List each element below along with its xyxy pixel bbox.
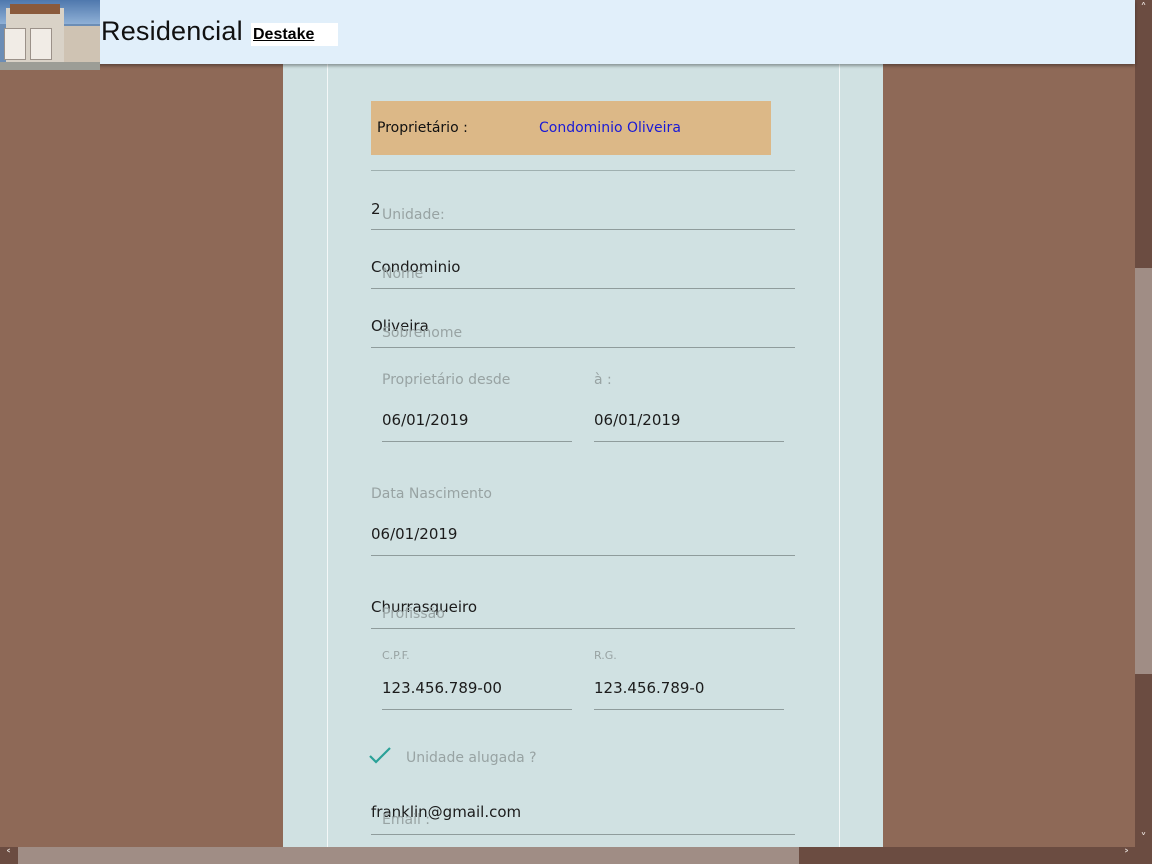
chevron-right-icon[interactable]: ˃ xyxy=(1118,847,1135,864)
scrollbar-corner xyxy=(1135,847,1152,864)
owner-banner: Proprietário : Condominio Oliveira xyxy=(371,101,771,155)
unidade-value: 2 xyxy=(371,200,381,218)
cpf-field[interactable]: C.P.F. 123.456.789-00 xyxy=(382,646,572,710)
rg-value: 123.456.789-0 xyxy=(594,679,705,697)
profissao-field[interactable]: Churrasqueiro Profissão xyxy=(371,592,795,629)
sobrenome-label: Sobrenome xyxy=(382,325,463,341)
owner-label: Proprietário : xyxy=(377,120,468,136)
cpf-value: 123.456.789-00 xyxy=(382,679,502,697)
unidade-alugada-label: Unidade alugada ? xyxy=(406,750,537,766)
proprietario-ate-field[interactable]: à : 06/01/2019 xyxy=(594,369,784,442)
data-nascimento-value: 06/01/2019 xyxy=(371,525,458,543)
chevron-down-icon[interactable]: ˅ xyxy=(1135,830,1152,847)
email-label: Email : xyxy=(382,812,431,828)
vertical-scroll-thumb[interactable] xyxy=(1135,268,1152,674)
divider xyxy=(371,170,795,171)
unidade-alugada-checkbox[interactable] xyxy=(369,747,391,765)
checkmark-icon xyxy=(369,747,391,764)
chevron-left-icon[interactable]: ˂ xyxy=(0,847,17,864)
building-logo-image xyxy=(0,0,100,70)
main-panel: Proprietário : Condominio Oliveira 2 Uni… xyxy=(283,64,883,864)
nome-label: Nome xyxy=(382,266,424,282)
data-nascimento-field[interactable]: Data Nascimento 06/01/2019 xyxy=(371,484,795,556)
proprietario-desde-value: 06/01/2019 xyxy=(382,411,469,429)
proprietario-desde-label: Proprietário desde xyxy=(382,372,511,388)
email-field[interactable]: franklin@gmail.com Email : xyxy=(371,797,795,835)
owner-name-link[interactable]: Condominio Oliveira xyxy=(539,120,681,136)
proprietario-desde-field[interactable]: Proprietário desde 06/01/2019 xyxy=(382,369,572,442)
rg-label: R.G. xyxy=(594,649,617,662)
app-header: Residencial Destake xyxy=(0,0,1135,70)
brand-link[interactable]: Destake xyxy=(253,26,314,44)
horizontal-scroll-thumb[interactable] xyxy=(18,847,799,864)
data-nascimento-label: Data Nascimento xyxy=(371,486,492,502)
rg-field[interactable]: R.G. 123.456.789-0 xyxy=(594,646,784,710)
chevron-up-icon[interactable]: ˄ xyxy=(1135,0,1152,17)
proprietario-ate-value: 06/01/2019 xyxy=(594,411,681,429)
unidade-label: Unidade: xyxy=(382,207,445,223)
sobrenome-field[interactable]: Oliveira Sobrenome xyxy=(371,311,795,348)
nome-field[interactable]: Condominio Nome xyxy=(371,252,795,289)
app-title: Residencial xyxy=(101,16,243,46)
unidade-field[interactable]: 2 Unidade: xyxy=(371,194,795,230)
owner-form-card xyxy=(327,64,840,864)
profissao-label: Profissão xyxy=(382,606,445,622)
proprietario-ate-label: à : xyxy=(594,372,612,388)
brand-label-box: Destake xyxy=(251,23,338,46)
cpf-label: C.P.F. xyxy=(382,649,410,662)
